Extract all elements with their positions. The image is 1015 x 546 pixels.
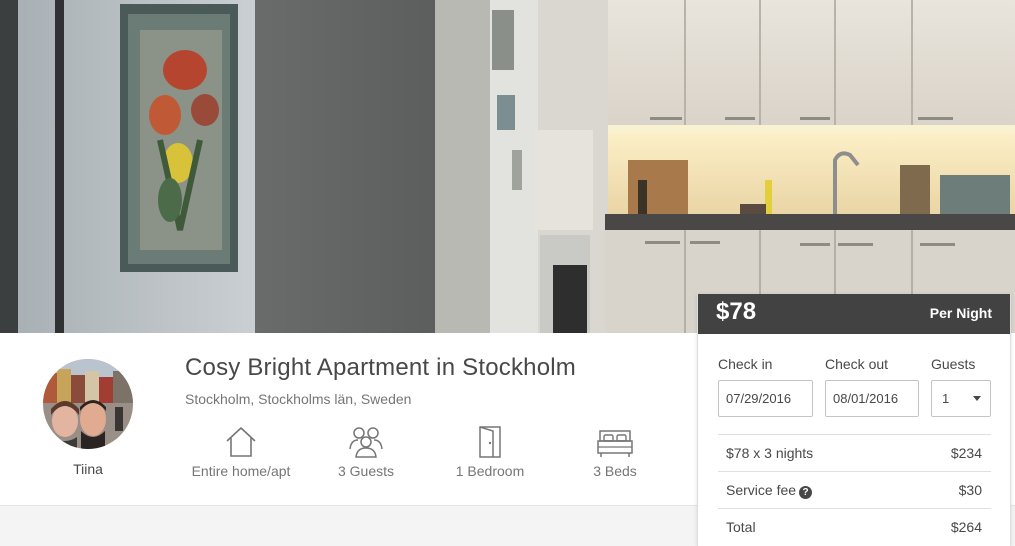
feature-beds: 3 Beds xyxy=(550,425,680,479)
service-fee-value: $30 xyxy=(958,482,982,498)
listing-location[interactable]: Stockholm, Stockholms län, Sweden xyxy=(185,391,411,407)
feature-label-beds: 3 Beds xyxy=(593,463,637,479)
nights-label: $78 x 3 nights xyxy=(726,445,814,461)
price-breakdown-total: Total $264 xyxy=(718,508,991,545)
price-breakdown-service-fee: Service fee? $30 xyxy=(718,471,991,508)
host-name[interactable]: Tiina xyxy=(43,461,133,477)
house-icon xyxy=(226,427,256,457)
booking-panel: $78 Per Night Check in Check out Guests … xyxy=(697,294,1011,546)
checkin-label: Check in xyxy=(718,356,773,372)
feature-label-room-type: Entire home/apt xyxy=(191,463,291,479)
guests-icon xyxy=(349,427,383,458)
guests-select[interactable]: 1 xyxy=(931,380,991,417)
nightly-price: $78 xyxy=(716,298,757,325)
bed-icon xyxy=(597,430,633,457)
total-label: Total xyxy=(726,519,756,535)
total-value: $264 xyxy=(950,519,982,535)
price-bar: $78 Per Night xyxy=(698,294,1010,334)
checkout-label: Check out xyxy=(825,356,889,372)
checkout-date-input[interactable]: 08/01/2016 xyxy=(825,380,919,417)
feature-bedrooms: 1 Bedroom xyxy=(425,425,555,479)
per-night-label: Per Night xyxy=(929,305,992,321)
nights-total: $234 xyxy=(950,445,982,461)
question-icon[interactable]: ? xyxy=(799,486,813,499)
host-avatar[interactable] xyxy=(43,359,133,449)
checkin-date-input[interactable]: 07/29/2016 xyxy=(718,380,813,417)
service-fee-label: Service fee? xyxy=(726,482,813,499)
guests-select-value: 1 xyxy=(942,391,950,406)
feature-room-type: Entire home/apt xyxy=(176,425,306,479)
listing-title: Cosy Bright Apartment in Stockholm xyxy=(185,354,576,381)
feature-guests: 3 Guests xyxy=(301,425,431,479)
feature-label-guests: 3 Guests xyxy=(337,463,395,479)
guests-label: Guests xyxy=(931,356,976,372)
price-breakdown-nights: $78 x 3 nights $234 xyxy=(718,434,991,471)
door-icon xyxy=(479,426,501,458)
feature-label-bedrooms: 1 Bedroom xyxy=(455,463,525,479)
listing-hero-photo[interactable] xyxy=(0,0,1015,333)
caret-down-icon xyxy=(973,396,981,401)
